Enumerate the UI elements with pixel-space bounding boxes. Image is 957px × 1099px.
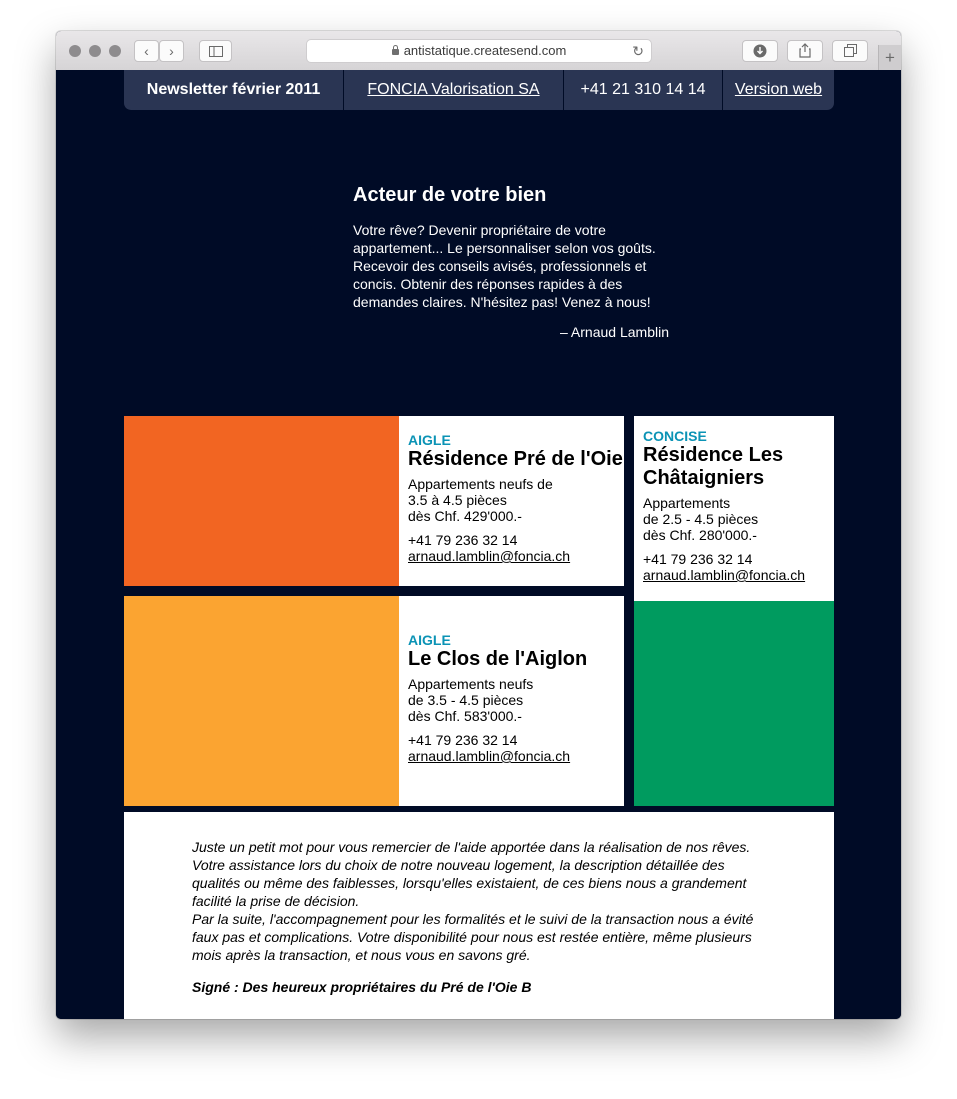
sidebar-icon (208, 46, 223, 57)
listing-email-link[interactable]: arnaud.lamblin@foncia.ch (408, 548, 570, 564)
browser-toolbar: ‹ › antistatique.createsend.com ↻ + (56, 31, 901, 71)
listing-location: AIGLE (408, 632, 451, 648)
listing-location: AIGLE (408, 432, 451, 448)
testimonial-text: Juste un petit mot pour vous remercier d… (192, 838, 762, 964)
reload-icon[interactable]: ↻ (632, 40, 644, 62)
close-window-button[interactable] (69, 45, 81, 57)
share-icon (799, 43, 811, 58)
listing-desc-line: de 2.5 - 4.5 pièces (643, 511, 759, 527)
listing-desc-line: 3.5 à 4.5 pièces (408, 492, 507, 508)
phone-number: +41 21 310 14 14 (580, 81, 706, 98)
tabs-icon (843, 44, 857, 57)
listing-desc-line: Appartements (643, 495, 731, 511)
listing-name: Le Clos de l'Aiglon (408, 648, 588, 670)
listing-image-pre-de-l-oie[interactable] (124, 416, 399, 586)
chevron-right-icon: › (169, 43, 174, 59)
plus-icon: + (885, 48, 895, 67)
listing-card-chataigniers: CONCISE Résidence Les Châtaigniers Appar… (634, 416, 834, 601)
testimonial-paragraph: Juste un petit mot pour vous remercier d… (192, 839, 751, 909)
listing-image-chataigniers[interactable] (634, 601, 834, 806)
address-bar[interactable]: antistatique.createsend.com ↻ (306, 39, 652, 63)
listing-phone: +41 79 236 32 14 (408, 732, 518, 748)
listing-desc-line: Appartements neufs de (408, 476, 553, 492)
listing-price: dès Chf. 280'000.- (643, 527, 757, 543)
browser-window: ‹ › antistatique.createsend.com ↻ + News… (56, 31, 901, 1019)
listing-price: dès Chf. 583'000.- (408, 708, 522, 724)
intro-author: – Arnaud Lamblin (560, 324, 669, 340)
listing-name: Résidence Les Châtaigniers (643, 444, 784, 489)
listing-card-pre-de-l-oie: AIGLE Résidence Pré de l'Oie Appartement… (399, 416, 624, 586)
listing-description: Appartements neufs de 3.5 - 4.5 pièces d… (408, 676, 623, 724)
testimonial-paragraph: Par la suite, l'accompagnement pour les … (192, 911, 754, 963)
chevron-left-icon: ‹ (144, 43, 149, 59)
url-text: antistatique.createsend.com (403, 43, 567, 58)
listing-email-link[interactable]: arnaud.lamblin@foncia.ch (408, 748, 570, 764)
listing-location: CONCISE (643, 428, 707, 444)
listing-phone: +41 79 236 32 14 (408, 532, 518, 548)
new-tab-button[interactable]: + (878, 45, 901, 70)
share-button[interactable] (787, 40, 823, 62)
lock-icon (391, 45, 399, 55)
testimonial-box: Juste un petit mot pour vous remercier d… (124, 812, 834, 1019)
testimonial-signature: Signé : Des heureux propriétaires du Pré… (192, 979, 532, 995)
listing-desc-line: Appartements neufs (408, 676, 534, 692)
listing-desc-line: de 3.5 - 4.5 pièces (408, 692, 524, 708)
listing-image-clos-de-l-aiglon[interactable] (124, 596, 399, 806)
listing-phone: +41 79 236 32 14 (643, 551, 753, 567)
forward-button[interactable]: › (159, 40, 184, 62)
email-content: Newsletter février 2011 FONCIA Valorisat… (56, 70, 901, 1019)
sidebar-button[interactable] (199, 40, 232, 62)
tabs-overview-button[interactable] (832, 40, 868, 62)
web-version-link[interactable]: Version web (735, 81, 822, 98)
zoom-window-button[interactable] (109, 45, 121, 57)
minimize-window-button[interactable] (89, 45, 101, 57)
listing-email-link[interactable]: arnaud.lamblin@foncia.ch (643, 567, 805, 583)
listing-price: dès Chf. 429'000.- (408, 508, 522, 524)
download-icon (753, 44, 767, 58)
newsletter-header-bar: Newsletter février 2011 FONCIA Valorisat… (124, 70, 834, 110)
company-link[interactable]: FONCIA Valorisation SA (367, 81, 539, 98)
back-button[interactable]: ‹ (134, 40, 159, 62)
listing-card-clos-de-l-aiglon: AIGLE Le Clos de l'Aiglon Appartements n… (399, 596, 624, 806)
downloads-button[interactable] (742, 40, 778, 62)
intro-section: Acteur de votre bien Votre rêve? Devenir… (353, 184, 669, 340)
intro-title: Acteur de votre bien (353, 184, 547, 206)
listing-description: Appartements de 2.5 - 4.5 pièces dès Chf… (643, 495, 828, 543)
intro-body: Votre rêve? Devenir propriétaire de votr… (353, 222, 656, 310)
listing-name: Résidence Pré de l'Oie (408, 448, 623, 470)
newsletter-title: Newsletter février 2011 (146, 81, 321, 98)
listing-description: Appartements neufs de 3.5 à 4.5 pièces d… (408, 476, 628, 524)
